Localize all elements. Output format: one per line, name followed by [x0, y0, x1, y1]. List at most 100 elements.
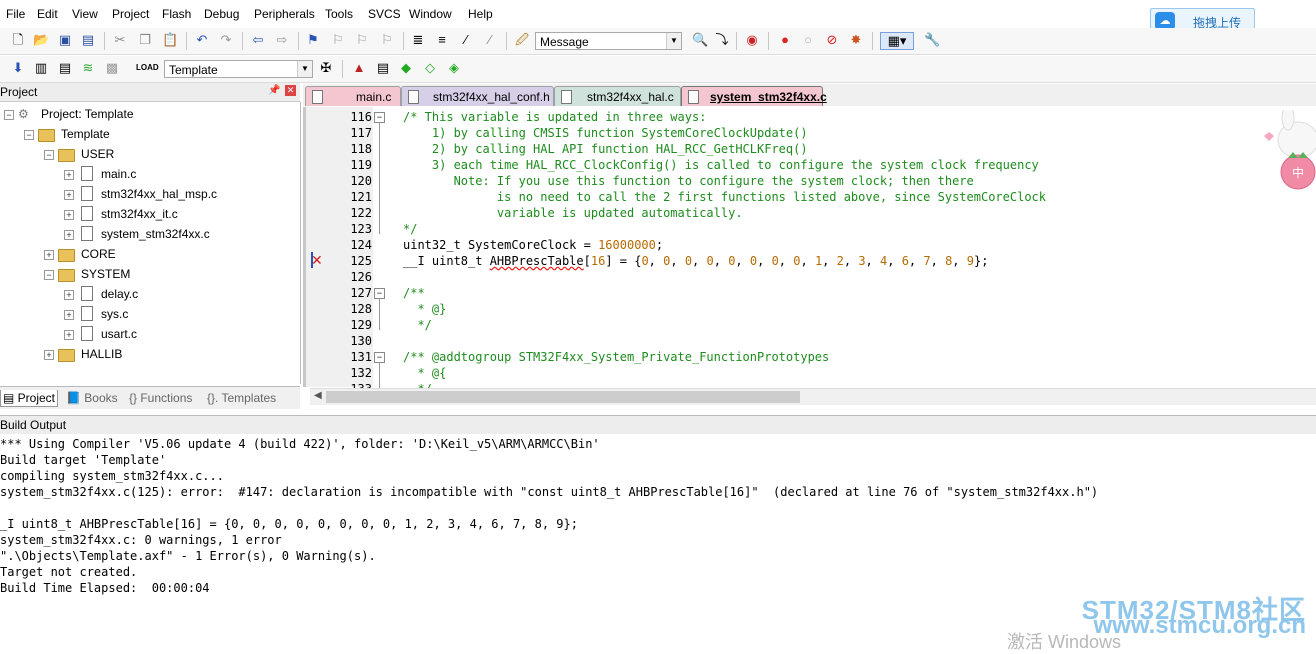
expand-icon[interactable]: +	[64, 310, 74, 320]
unindent-icon[interactable]: ≡	[434, 32, 450, 48]
bookmark-icon[interactable]: ⚑	[305, 32, 321, 48]
group-system[interactable]: SYSTEM	[81, 264, 130, 284]
menu-edit[interactable]: Edit	[37, 7, 58, 21]
window-layout-icon[interactable]: ▦▾	[880, 32, 914, 50]
scroll-left-icon[interactable]: ◀	[314, 390, 322, 401]
menu-debug[interactable]: Debug	[204, 7, 239, 21]
expand-icon[interactable]: +	[44, 250, 54, 260]
target-options-icon[interactable]: ✠	[318, 60, 334, 76]
expand-icon[interactable]: +	[64, 230, 74, 240]
menu-view[interactable]: View	[72, 7, 98, 21]
target-node[interactable]: Template	[61, 124, 110, 144]
target-combo[interactable]: Template ▼	[164, 60, 313, 78]
close-icon[interactable]: ✕	[285, 85, 296, 96]
open-file-icon[interactable]: 📂	[33, 32, 49, 48]
clear-bookmarks-icon[interactable]: ⚐	[379, 32, 395, 48]
cut-icon[interactable]: ✂	[112, 32, 128, 48]
pack-installer-icon[interactable]: ◆	[398, 60, 414, 76]
expand-icon[interactable]: +	[64, 170, 74, 180]
file-icon	[688, 90, 699, 104]
menu-window[interactable]: Window	[409, 7, 452, 21]
line-number-gutter[interactable]: 116 117 118 119 120 121 122 123 124 125 126 127 128 1…	[306, 107, 373, 396]
file-hal-msp[interactable]: stm32f4xx_hal_msp.c	[101, 184, 217, 204]
find-icon[interactable]: 🔍	[692, 32, 708, 48]
file-usart-c[interactable]: usart.c	[101, 324, 137, 344]
chevron-down-icon[interactable]: ▼	[297, 61, 312, 77]
menu-svcs[interactable]: SVCS	[368, 7, 401, 21]
group-user[interactable]: USER	[81, 144, 114, 164]
manage-components-icon[interactable]: ▲	[351, 60, 367, 76]
rte-icon[interactable]: ◈	[446, 60, 462, 76]
project-root[interactable]: Project: Template	[41, 104, 134, 124]
tab-hal-conf-h[interactable]: stm32f4xx_hal_conf.h	[401, 86, 554, 106]
group-core[interactable]: CORE	[81, 244, 116, 264]
menu-project[interactable]: Project	[112, 7, 149, 21]
uncomment-icon[interactable]: ⁄	[482, 32, 498, 48]
expand-icon[interactable]: +	[64, 210, 74, 220]
tab-system-c[interactable]: system_stm32f4xx.c	[681, 86, 827, 106]
code-line: /* This variable is updated in three way…	[403, 110, 707, 124]
code-editor[interactable]: 116 117 118 119 120 121 122 123 124 125 126 127 128 1…	[303, 107, 1316, 396]
file-delay-c[interactable]: delay.c	[101, 284, 138, 304]
download-icon[interactable]: LOAD	[136, 60, 159, 76]
file-it-c[interactable]: stm32f4xx_it.c	[101, 204, 178, 224]
expand-icon[interactable]: +	[64, 190, 74, 200]
save-icon[interactable]: ▣	[57, 32, 73, 48]
stop-build-icon[interactable]: ▩	[104, 60, 120, 76]
translate-icon[interactable]: ⬇	[10, 60, 26, 76]
nav-forward-icon[interactable]: ⇨	[274, 32, 290, 48]
editor-horizontal-scrollbar[interactable]: ◀	[310, 388, 1316, 405]
menu-tools[interactable]: Tools	[325, 7, 353, 21]
find-in-files-icon[interactable]: 🖉	[514, 32, 530, 48]
copy-icon[interactable]: ❐	[137, 32, 153, 48]
collapse-icon[interactable]: −	[4, 110, 14, 120]
paste-icon[interactable]: 📋	[162, 32, 178, 48]
save-all-icon[interactable]: ▤	[80, 32, 96, 48]
file-sys-c[interactable]: sys.c	[101, 304, 128, 324]
menu-file[interactable]: File	[6, 7, 25, 21]
kill-breakpoints-icon[interactable]: ✸	[848, 32, 864, 48]
prev-bookmark-icon[interactable]: ⚐	[330, 32, 346, 48]
comment-icon[interactable]: ⁄	[458, 32, 474, 48]
undo-icon[interactable]: ↶	[194, 32, 210, 48]
collapse-icon[interactable]: −	[44, 270, 54, 280]
tab-functions[interactable]: {} Functions	[129, 390, 192, 406]
chevron-down-icon[interactable]: ▼	[666, 33, 681, 49]
manage-runtime-icon[interactable]: ◇	[422, 60, 438, 76]
batch-build-icon[interactable]: ≋	[80, 60, 96, 76]
rebuild-icon[interactable]: ▤	[57, 60, 73, 76]
message-combo[interactable]: Message ▼	[535, 32, 682, 50]
new-file-icon[interactable]: 🗋	[10, 32, 26, 48]
disable-breakpoint-icon[interactable]: ○	[800, 32, 816, 48]
expand-icon[interactable]: +	[64, 290, 74, 300]
file-system-c[interactable]: system_stm32f4xx.c	[101, 224, 210, 244]
incremental-find-icon[interactable]: ⤵	[714, 32, 730, 48]
group-hallib[interactable]: HALLIB	[81, 344, 122, 364]
redo-icon[interactable]: ↷	[218, 32, 234, 48]
scroll-thumb[interactable]	[326, 391, 800, 403]
next-bookmark-icon[interactable]: ⚐	[354, 32, 370, 48]
menu-flash[interactable]: Flash	[162, 7, 191, 21]
expand-icon[interactable]: +	[44, 350, 54, 360]
tab-main-c[interactable]: main.c	[305, 86, 401, 106]
menu-peripherals[interactable]: Peripherals	[254, 7, 315, 21]
collapse-icon[interactable]: −	[44, 150, 54, 160]
indent-icon[interactable]: ≣	[410, 32, 426, 48]
build-output-line: ".\Objects\Template.axf" - 1 Error(s), 0…	[0, 549, 376, 563]
menu-help[interactable]: Help	[468, 7, 493, 21]
debug-session-icon[interactable]: ◉	[744, 32, 760, 48]
collapse-icon[interactable]: −	[24, 130, 34, 140]
build-icon[interactable]: ▥	[33, 60, 49, 76]
tab-project[interactable]: ▤ Project	[0, 390, 59, 407]
disable-all-breakpoints-icon[interactable]: ⊘	[824, 32, 840, 48]
expand-icon[interactable]: +	[64, 330, 74, 340]
configure-icon[interactable]: 🔧	[924, 32, 940, 48]
file-main-c[interactable]: main.c	[101, 164, 136, 184]
tab-books[interactable]: 📘 Books	[66, 390, 118, 406]
nav-back-icon[interactable]: ⇦	[250, 32, 266, 48]
tab-templates[interactable]: {}. Templates	[207, 390, 276, 406]
pin-icon[interactable]: 📌	[268, 85, 280, 96]
tab-hal-c[interactable]: stm32f4xx_hal.c	[554, 86, 681, 106]
breakpoint-icon[interactable]: ●	[777, 32, 793, 48]
select-packs-icon[interactable]: ▤	[375, 60, 391, 76]
